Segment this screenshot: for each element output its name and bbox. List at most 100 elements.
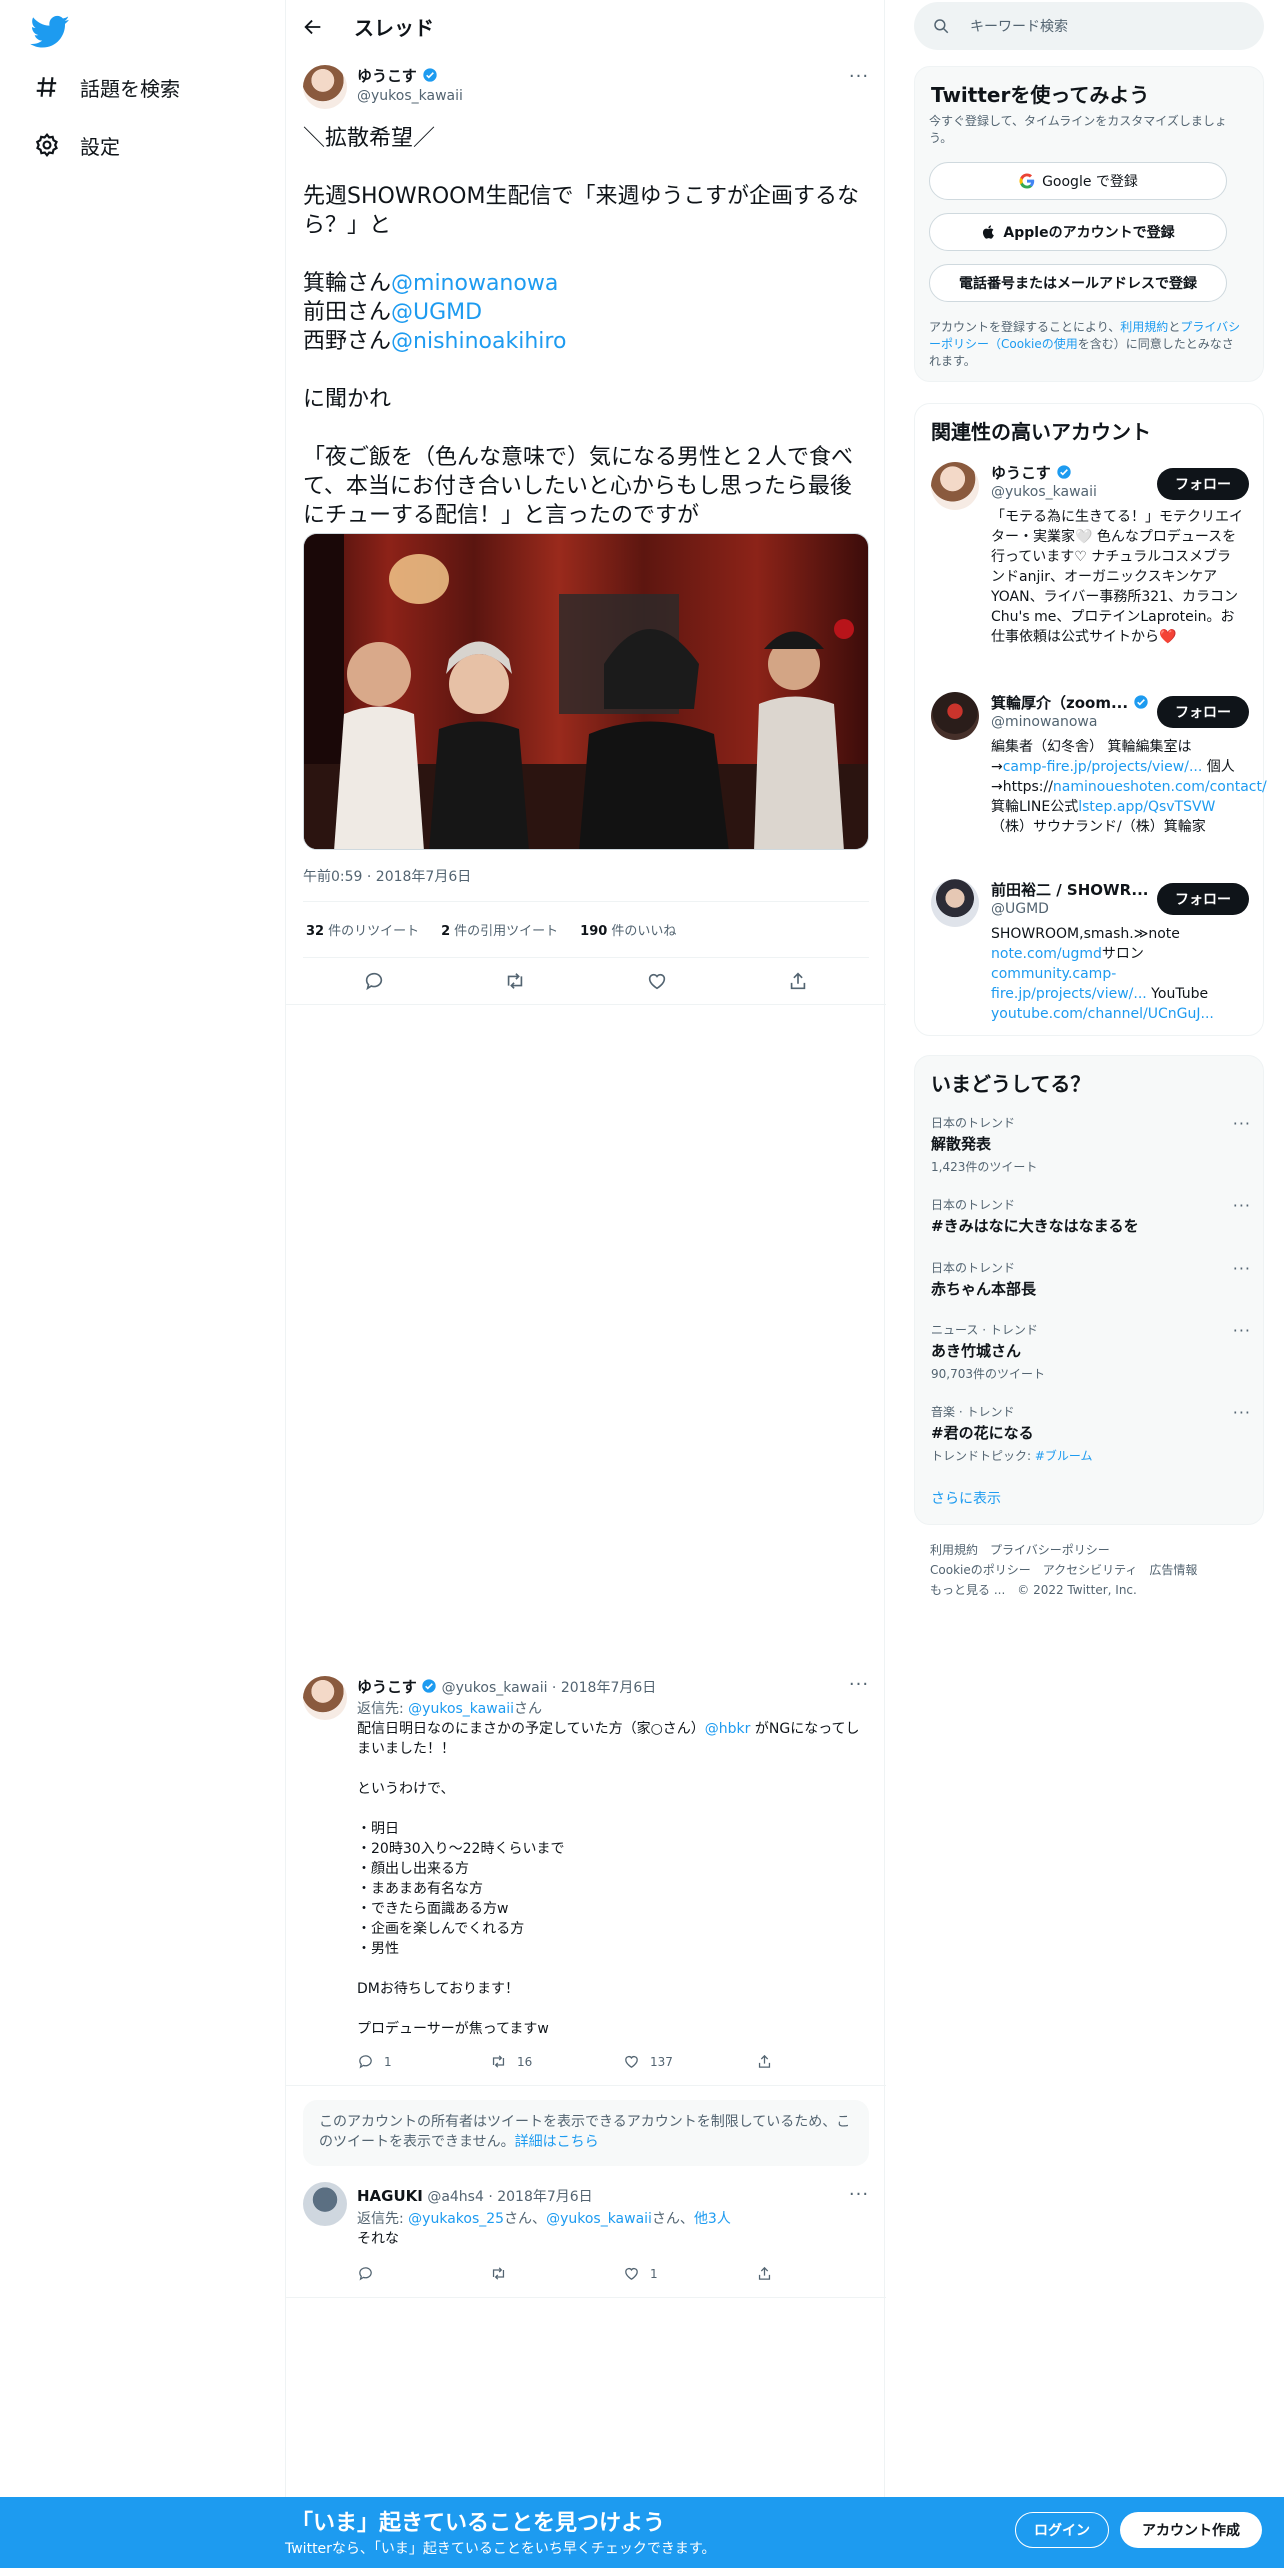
bio-link[interactable]: community.camp-fire.jp/projects/view/... [991,966,1147,1002]
account-handle[interactable]: @minowanowa [991,714,1097,730]
footer-accessibility-link[interactable]: アクセシビリティ [1043,1563,1138,1577]
avatar[interactable] [931,879,979,927]
author-name[interactable]: HAGUKI [357,2187,423,2205]
avatar[interactable] [303,1676,347,1720]
like-button[interactable]: 1 [623,2265,756,2282]
footer-terms-link[interactable]: 利用規約 [930,1543,978,1557]
avatar[interactable] [303,2182,347,2226]
like-heart-icon[interactable] [646,970,668,992]
more-options-icon[interactable]: ··· [1233,1114,1251,1133]
share-button[interactable] [756,2053,889,2070]
google-signup-button[interactable]: Google で登録 [929,162,1227,200]
more-options-icon[interactable]: ··· [1233,1403,1251,1422]
bio-link[interactable]: camp-fire.jp/projects/view/... [1003,759,1203,775]
author-handle[interactable]: @yukos_kawaii [357,88,463,104]
author-name[interactable]: ゆうこす [357,1678,417,1696]
retweet-icon[interactable] [504,970,526,992]
account-name[interactable]: 前田裕二 / SHOWR... [991,879,1149,900]
tweet-timestamp[interactable]: 午前0:59 · 2018年7月6日 [303,866,471,886]
tweet-photo[interactable] [303,533,869,850]
footer-ads-link[interactable]: 広告情報 [1149,1563,1197,1577]
mention-link[interactable]: @yukakos_25 [408,2211,504,2227]
reply-button[interactable]: 1 [357,2053,490,2070]
mention-link[interactable]: @yukos_kawaii [408,1701,514,1717]
show-more-link[interactable]: さらに表示 [931,1488,1001,1508]
reply-button[interactable] [357,2265,490,2282]
reply-to-label: 返信先: [357,2211,409,2227]
trend-context: 日本のトレンド [931,1198,1016,1212]
reply-to-sep: さん、 [504,2211,547,2227]
avatar[interactable] [931,692,979,740]
follow-button[interactable]: フォロー [1157,883,1249,915]
more-options-icon[interactable]: ··· [848,2186,870,2210]
others-link[interactable]: 他3人 [694,2211,731,2227]
more-options-icon[interactable]: ··· [1233,1259,1251,1278]
avatar[interactable] [931,462,979,510]
quote-count-link[interactable]: 2 件の引用ツイート [441,920,558,939]
phone-email-signup-button[interactable]: 電話番号またはメールアドレスで登録 [929,264,1227,302]
author-handle-date[interactable]: @yukos_kawaii · 2018年7月6日 [442,1680,657,1696]
trend-item[interactable]: 音楽 · トレンド #君の花になる トレンドトピック: #ブルーム ··· [931,1403,1251,1464]
trend-item[interactable]: 日本のトレンド #きみはなに大きなはなまるを ··· [931,1196,1251,1236]
twitter-logo-icon[interactable] [30,12,70,52]
trend-item[interactable]: 日本のトレンド 赤ちゃん本部長 ··· [931,1259,1251,1299]
nav-explore[interactable]: 話題を検索 [34,67,180,107]
mention-link[interactable]: @hbkr [705,1721,751,1737]
bio-link[interactable]: note.com/ugmd [991,946,1102,962]
trend-name: 解散発表 [931,1135,992,1153]
retweet-button[interactable] [490,2265,623,2282]
footer-links: 利用規約 プライバシーポリシー Cookieのポリシー アクセシビリティ 広告情報 も… [930,1540,1209,1600]
bio-link[interactable]: naminoueshoten.com/contact/ [1053,779,1267,795]
follow-button[interactable]: フォロー [1157,696,1249,728]
mention-link[interactable]: @minowanowa [391,271,558,296]
login-button[interactable]: ログイン [1015,2512,1109,2548]
author-name[interactable]: ゆうこす [357,67,417,85]
account-name[interactable]: ゆうこす [991,462,1072,483]
restricted-tweet-notice: このアカウントの所有者はツイートを表示できるアカウントを制限しているため、このツ… [303,2100,869,2166]
like-button[interactable]: 137 [623,2053,756,2070]
mention-link[interactable]: @UGMD [391,300,482,325]
trend-item[interactable]: ニュース · トレンド あき竹城さん 90,703件のツイート ··· [931,1321,1251,1382]
like-count-link[interactable]: 190 件のいいね [580,920,676,939]
back-arrow-icon[interactable] [302,16,324,38]
more-options-icon[interactable]: ··· [848,1676,870,1700]
reply-icon[interactable] [363,970,385,992]
footer-more-link[interactable]: もっと見る ... [930,1583,1005,1597]
follow-button[interactable]: フォロー [1157,468,1249,500]
main-tweet-author[interactable]: ゆうこす @yukos_kawaii [357,65,463,104]
terms-link[interactable]: 利用規約 [1120,320,1168,334]
mention-link[interactable]: @yukos_kawaii [546,2211,652,2227]
bio-link[interactable]: youtube.com/channel/UCnGuJ... [991,1006,1214,1022]
more-options-icon[interactable]: ··· [1233,1321,1251,1340]
trend-topic-link[interactable]: #ブルーム [1035,1449,1093,1463]
divider [303,957,869,958]
more-options-icon[interactable]: ··· [1233,1196,1251,1215]
reply-to-suffix: さん [514,1701,543,1717]
learn-more-link[interactable]: 詳細はこちら [515,2134,599,2150]
author-handle-date[interactable]: @a4hs4 · 2018年7月6日 [427,2189,592,2205]
apple-signup-button[interactable]: Appleのアカウントで登録 [929,213,1227,251]
search-input[interactable]: キーワード検索 [914,2,1264,50]
thread-title: スレッド [354,16,434,40]
divider [286,2297,886,2298]
footer-privacy-link[interactable]: プライバシーポリシー [990,1543,1110,1557]
retweet-count-link[interactable]: 32 件のリツイート [306,920,419,939]
trend-name: #きみはなに大きなはなまるを [931,1217,1139,1235]
avatar[interactable] [303,65,347,109]
more-options-icon[interactable]: ··· [848,68,870,92]
share-icon[interactable] [787,970,809,992]
mention-link[interactable]: @nishinoakihiro [391,329,566,354]
account-name[interactable]: 箕輪厚介（zoom... [991,692,1149,713]
account-handle[interactable]: @UGMD [991,901,1049,917]
share-button[interactable] [756,2265,889,2282]
nav-settings[interactable]: 設定 [34,125,120,165]
reply-text-segment: がNGになってしまいました！！ というわけで、 ・明日 ・20時30入り〜22時… [357,1721,860,2037]
trend-item[interactable]: 日本のトレンド 解散発表 1,423件のツイート ··· [931,1114,1251,1175]
create-account-button[interactable]: アカウント作成 [1120,2512,1262,2548]
footer-cookie-link[interactable]: Cookieのポリシー [930,1563,1031,1577]
trend-count: 1,423件のツイート [931,1160,1038,1174]
account-handle[interactable]: @yukos_kawaii [991,484,1097,500]
related-title: 関連性の高いアカウント [931,420,1151,444]
bio-link[interactable]: lstep.app/QsvTSVW [1078,799,1215,815]
retweet-button[interactable]: 16 [490,2053,623,2070]
